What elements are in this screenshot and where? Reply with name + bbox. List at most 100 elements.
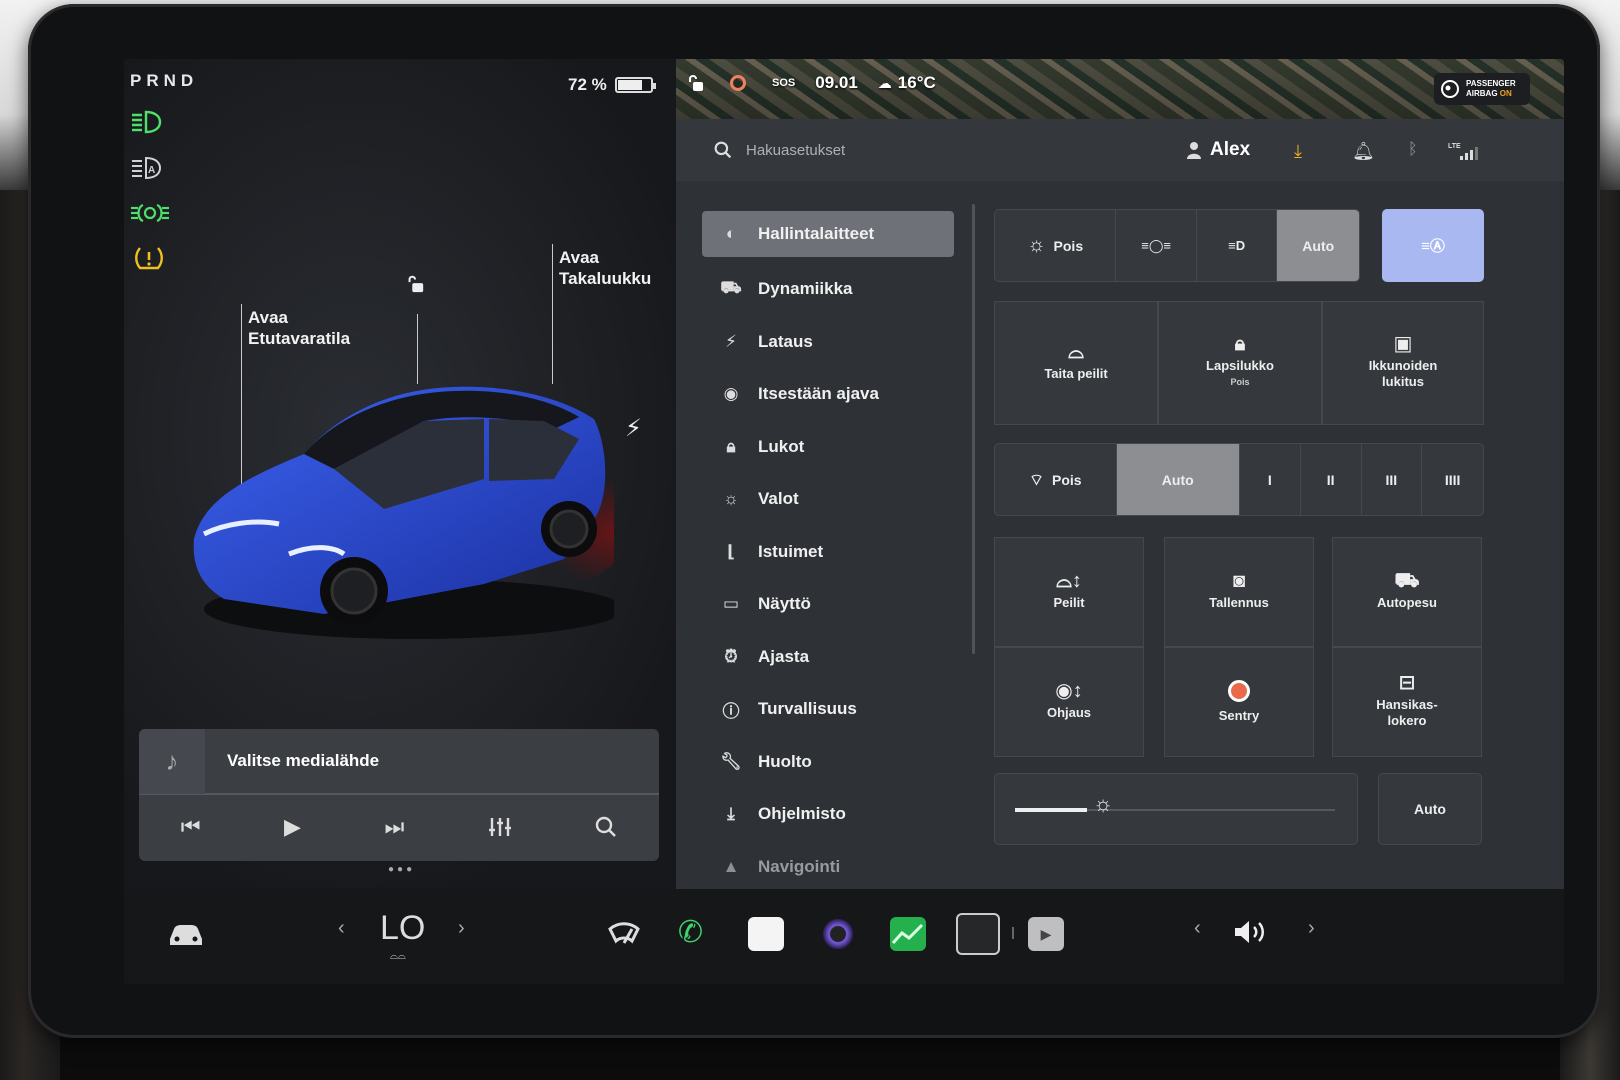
menu-item-label: Lukot bbox=[758, 436, 805, 456]
user-name: Alex bbox=[1210, 139, 1251, 160]
wipers-segmented-control: ⌔ Pois Auto I II III IIII bbox=[994, 443, 1484, 516]
energy-icon[interactable] bbox=[890, 917, 926, 951]
menu-item[interactable]: ⛟ Dynamiikka bbox=[702, 263, 954, 316]
wiper-speed-4-button[interactable]: IIII bbox=[1422, 444, 1483, 515]
car-wash-button[interactable]: ⛟ Autopesu bbox=[1332, 537, 1482, 647]
notification-bell-icon[interactable]: 🔔︎ bbox=[1352, 141, 1375, 162]
lock-icon: 🔒︎ bbox=[726, 436, 736, 456]
navigation-icon: ▲ bbox=[722, 856, 740, 876]
next-icon[interactable]: ⏭ bbox=[384, 814, 404, 840]
open-trunk-label[interactable]: Avaa Takaluukku bbox=[559, 247, 651, 289]
display-icon: ▭ bbox=[722, 594, 740, 614]
wiper-speed-1-button[interactable]: I bbox=[1240, 444, 1301, 515]
menu-item[interactable]: ▭ Näyttö bbox=[702, 578, 954, 631]
media-source-title[interactable]: Valitse medialähde bbox=[227, 751, 379, 771]
play-icon[interactable]: ▶ bbox=[284, 814, 301, 840]
menu-item-label: Dynamiikka bbox=[758, 279, 853, 299]
previous-icon[interactable]: ⏮ bbox=[181, 814, 201, 840]
touchscreen: PRND 72 % A Avaa Etutavaratila Avaa Taka… bbox=[124, 59, 1564, 984]
fold-mirrors-label: Taita peilit bbox=[1044, 366, 1108, 381]
window-lock-button[interactable]: ▣ Ikkunoiden lukitus bbox=[1322, 301, 1484, 425]
dashcam-button[interactable]: ◙ Tallennus bbox=[1164, 537, 1314, 647]
steering-wheel-icon: ◉↕ bbox=[1055, 680, 1083, 702]
menu-item[interactable]: ▲ Navigointi bbox=[702, 841, 954, 894]
lights-off-button[interactable]: ☼ Pois bbox=[995, 210, 1117, 281]
temp-down-chevron-icon[interactable]: ‹ bbox=[338, 917, 345, 940]
mirrors-adjust-button[interactable]: ⌓↕ Peilit bbox=[994, 537, 1144, 647]
wiper-icon[interactable] bbox=[606, 919, 642, 949]
settings-search-bar[interactable]: Hakuasetukset bbox=[676, 119, 1564, 181]
search-icon[interactable] bbox=[595, 816, 617, 838]
video-icon[interactable]: ▶ bbox=[1028, 917, 1064, 951]
brightness-slider[interactable]: ☼ bbox=[994, 773, 1358, 845]
charge-port-icon[interactable]: ⚡ bbox=[625, 414, 642, 443]
child-lock-button[interactable]: 🔒︎ Lapsilukko Pois bbox=[1158, 301, 1322, 425]
window-lock-label: Ikkunoiden lukitus bbox=[1368, 358, 1438, 389]
menu-scrollbar[interactable] bbox=[972, 204, 975, 654]
search-input[interactable]: Hakuasetukset bbox=[746, 142, 845, 159]
temperature: 16°C bbox=[897, 73, 936, 92]
camera-icon[interactable] bbox=[820, 917, 856, 951]
wipers-off-button[interactable]: ⌔ Pois bbox=[995, 444, 1117, 515]
wipers-off-label: Pois bbox=[1051, 471, 1082, 488]
menu-item[interactable]: ⌊ Istuimet bbox=[702, 526, 954, 579]
app-launcher-icon[interactable] bbox=[956, 913, 1000, 955]
steering-label: Ohjaus bbox=[1046, 705, 1092, 720]
brightness-sun-icon[interactable]: ☼ bbox=[1093, 793, 1113, 815]
mirror-icon: ⌓ bbox=[1068, 341, 1084, 363]
climate-temp[interactable]: LO bbox=[380, 909, 425, 948]
screen-bezel: PRND 72 % A Avaa Etutavaratila Avaa Taka… bbox=[28, 4, 1600, 1038]
page-dots: ●●● bbox=[388, 864, 416, 875]
menu-item[interactable]: ◐ Hallintalaitteet bbox=[702, 211, 954, 257]
wiper-speed-2-button[interactable]: II bbox=[1301, 444, 1362, 515]
auto-high-beam-button[interactable]: ≡Ⓐ bbox=[1382, 209, 1484, 282]
unlock-icon[interactable] bbox=[404, 274, 426, 294]
dock-divider bbox=[1012, 927, 1014, 939]
menu-item[interactable]: ☼ Valot bbox=[702, 473, 954, 526]
menu-item-label: Valot bbox=[758, 489, 799, 509]
battery-icon bbox=[614, 77, 656, 93]
menu-item[interactable]: ◉ Itsestään ajava bbox=[702, 368, 954, 421]
download-update-icon[interactable]: ⤓ bbox=[1294, 141, 1302, 162]
menu-item[interactable]: ⤓ Ohjelmisto bbox=[702, 788, 954, 841]
phone-icon[interactable]: ✆ bbox=[678, 915, 703, 950]
menu-item[interactable]: ⏰︎ Ajasta bbox=[702, 631, 954, 684]
brightness-auto-button[interactable]: Auto bbox=[1378, 773, 1482, 845]
user-icon bbox=[1187, 142, 1201, 159]
volume-down-chevron-icon[interactable]: ‹ bbox=[1194, 917, 1201, 940]
car-icon[interactable] bbox=[166, 921, 206, 949]
download-icon: ⤓ bbox=[727, 804, 735, 824]
menu-item[interactable]: ⚡ Lataus bbox=[702, 316, 954, 369]
wipers-auto-button[interactable]: Auto bbox=[1116, 444, 1240, 515]
fold-mirrors-button[interactable]: ⌓ Taita peilit bbox=[994, 301, 1158, 425]
volume-up-chevron-icon[interactable]: › bbox=[1308, 917, 1315, 940]
sentry-button[interactable]: Sentry bbox=[1164, 647, 1314, 757]
equalizer-icon[interactable] bbox=[488, 816, 512, 838]
volume-icon[interactable] bbox=[1232, 917, 1270, 947]
open-frunk-label[interactable]: Avaa Etutavaratila bbox=[248, 307, 350, 349]
sos-indicator: SOS bbox=[772, 77, 796, 89]
temp-up-chevron-icon[interactable]: › bbox=[458, 917, 465, 940]
low-beam-button[interactable]: ≡D bbox=[1197, 210, 1278, 281]
glovebox-icon: ⊟ bbox=[1398, 672, 1416, 694]
bottom-dock: ‹ LO ⌓⌓ › ✆ ▶ ‹ › bbox=[124, 889, 1564, 984]
bluetooth-icon[interactable]: ᛒ bbox=[1408, 141, 1418, 159]
menu-item[interactable]: 🔒︎ Lukot bbox=[702, 421, 954, 474]
brightness-auto-label: Auto bbox=[1414, 801, 1446, 817]
menu-item[interactable]: ⓘ Turvallisuus bbox=[702, 683, 954, 736]
wiper-speed-3-button[interactable]: III bbox=[1362, 444, 1423, 515]
calendar-icon[interactable] bbox=[748, 917, 784, 951]
child-lock-label: Lapsilukko bbox=[1206, 358, 1274, 373]
menu-item[interactable]: 🔧︎ Huolto bbox=[702, 736, 954, 789]
steering-adjust-button[interactable]: ◉↕ Ohjaus bbox=[994, 647, 1144, 757]
battery-status: 72 % bbox=[568, 75, 656, 95]
wiper-speed-3-label: III bbox=[1385, 471, 1398, 488]
car-3d-model bbox=[193, 386, 614, 639]
parking-lights-button[interactable]: ≡◯≡ bbox=[1116, 210, 1197, 281]
user-profile[interactable]: Alex bbox=[1186, 139, 1250, 161]
menu-item-label: Turvallisuus bbox=[758, 699, 857, 719]
glovebox-button[interactable]: ⊟ Hansikas- lokero bbox=[1332, 647, 1482, 757]
lights-auto-button[interactable]: Auto bbox=[1277, 210, 1359, 281]
bolt-icon: ⚡ bbox=[725, 331, 737, 351]
child-lock-icon: 🔒︎ bbox=[1234, 333, 1246, 355]
